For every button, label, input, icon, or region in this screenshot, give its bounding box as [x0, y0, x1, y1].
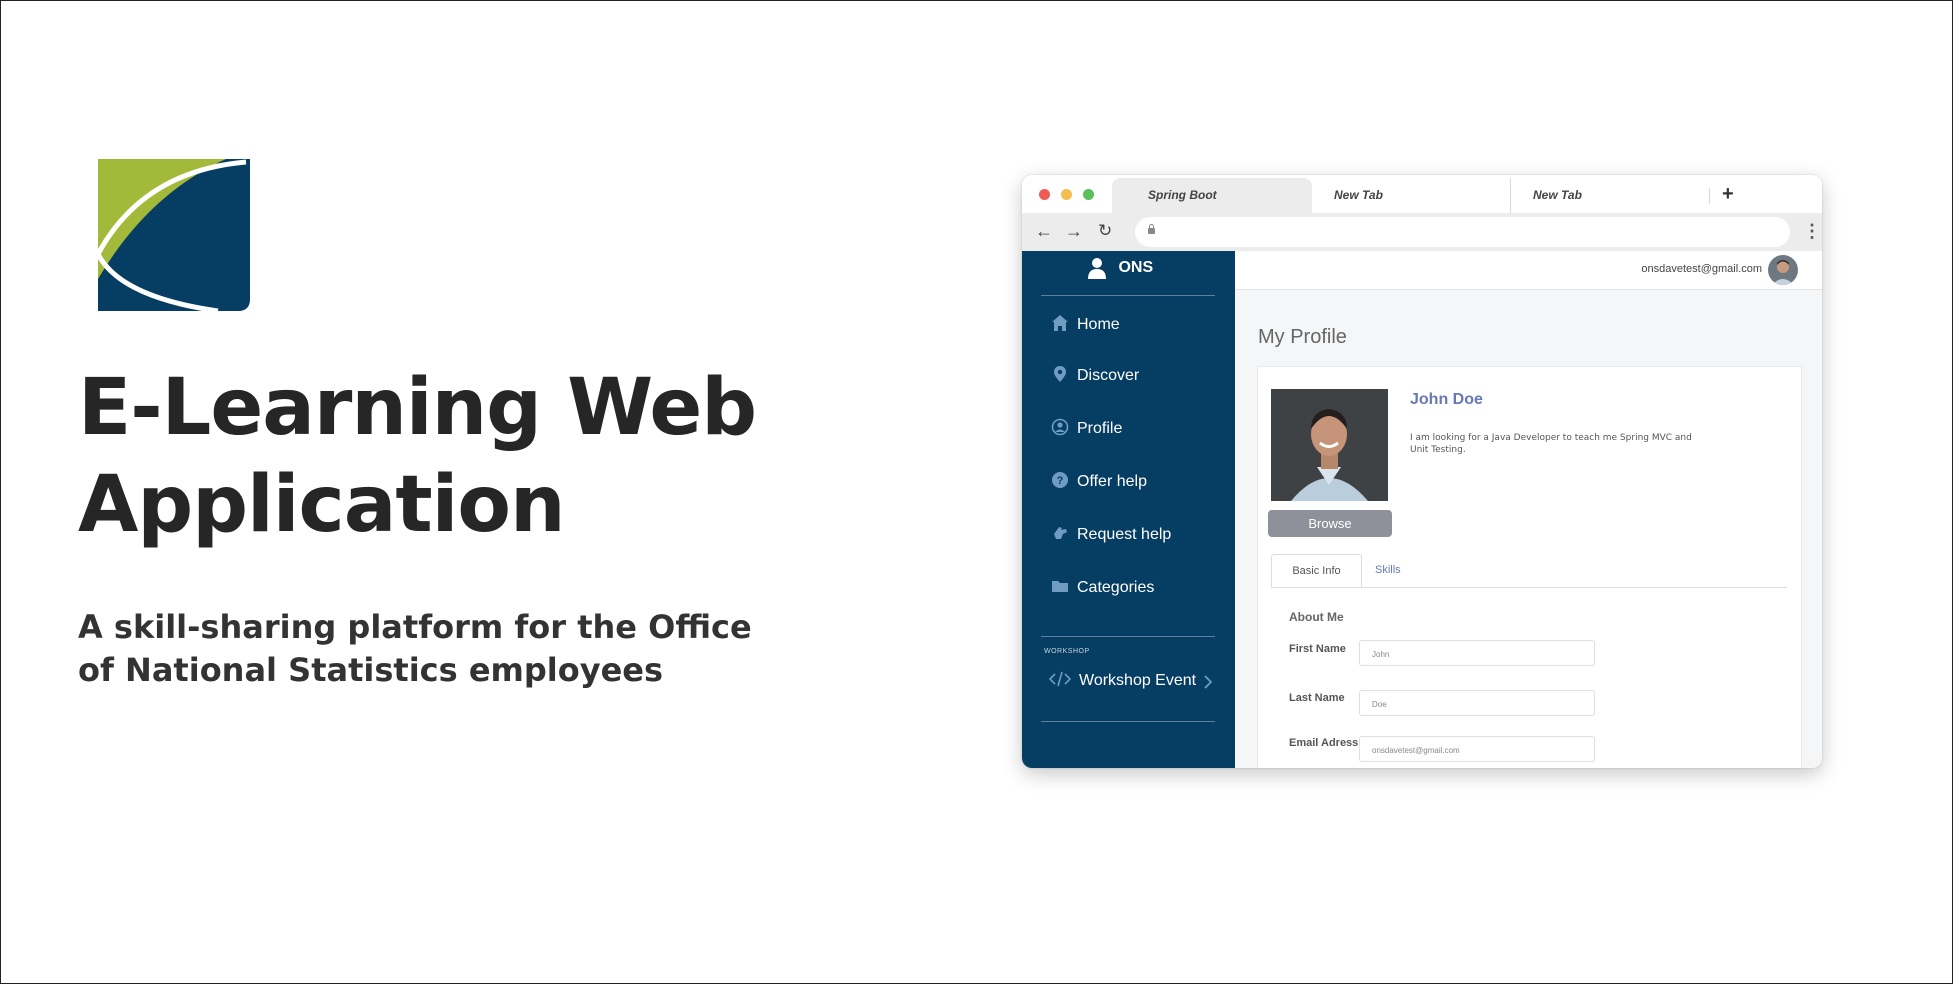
sidebar-divider: [1041, 636, 1215, 637]
sidebar-item-label: Discover: [1077, 367, 1140, 384]
user-email: onsdavetest@gmail.com: [1641, 263, 1762, 275]
browser-tab-new-tab[interactable]: New Tab: [1312, 178, 1512, 213]
question-circle-icon: ?: [1052, 472, 1068, 488]
browser-menu-icon[interactable]: ⋮: [1803, 221, 1821, 242]
hero-title: E-Learning Web Application: [78, 363, 757, 550]
sidebar-item-label: Offer help: [1077, 473, 1147, 490]
sidebar-divider: [1041, 295, 1215, 296]
user-icon: [1088, 258, 1106, 279]
home-icon: [1052, 315, 1068, 331]
user-avatar[interactable]: [1768, 255, 1798, 285]
email-label: Email Adress: [1289, 737, 1359, 749]
sidebar-item-label: Home: [1077, 316, 1120, 333]
tab-basic-info[interactable]: Basic Info: [1271, 554, 1362, 587]
new-tab-button[interactable]: +: [1722, 183, 1734, 206]
sidebar-item-categories[interactable]: Categories: [1051, 577, 1154, 599]
browser-tab-new-tab[interactable]: New Tab: [1510, 178, 1710, 213]
email-field[interactable]: onsdavetest@gmail.com: [1359, 736, 1595, 762]
user-circle-icon: [1051, 418, 1069, 436]
sidebar-brand[interactable]: ONS: [1086, 257, 1153, 279]
profile-tabs: Basic Info Skills: [1271, 554, 1787, 588]
sidebar-item-label: Workshop Event: [1079, 672, 1197, 689]
forward-arrow-icon[interactable]: →: [1065, 221, 1083, 242]
sidebar-item-workshop-event[interactable]: Workshop Event: [1049, 670, 1196, 692]
minimize-window-dot[interactable]: [1061, 189, 1072, 200]
profile-name: John Doe: [1410, 391, 1483, 408]
last-name-label: Last Name: [1289, 692, 1345, 704]
sidebar-item-label: Profile: [1077, 420, 1123, 437]
sidebar-item-home[interactable]: Home: [1051, 314, 1120, 336]
maximize-window-dot[interactable]: [1083, 189, 1094, 200]
back-arrow-icon[interactable]: ←: [1035, 221, 1053, 242]
profile-bio: I am looking for a Java Developer to tea…: [1410, 433, 1692, 455]
first-name-field[interactable]: John: [1359, 640, 1595, 666]
first-name-label: First Name: [1289, 643, 1346, 655]
reload-icon[interactable]: ↻: [1098, 221, 1112, 241]
map-pin-icon: [1054, 366, 1066, 382]
main-content: onsdavetest@gmail.com My Profile Browse …: [1235, 251, 1822, 768]
hand-icon: [1054, 527, 1067, 539]
sidebar: ONS Home Discover Profile ? Offer help Re…: [1022, 251, 1235, 768]
profile-photo: [1271, 389, 1388, 501]
sidebar-item-label: Request help: [1077, 526, 1172, 543]
browser-toolbar: ← → ↻ ⋮: [1022, 213, 1822, 251]
browser-window: Spring Boot New Tab New Tab + ← → ↻ ⋮ ON…: [1022, 175, 1822, 768]
sidebar-item-discover[interactable]: Discover: [1051, 365, 1139, 387]
browse-button[interactable]: Browse: [1268, 510, 1392, 537]
brand-label: ONS: [1118, 259, 1154, 276]
last-name-field[interactable]: Doe: [1359, 690, 1595, 716]
ons-logo-icon: [98, 159, 250, 311]
top-bar: onsdavetest@gmail.com: [1235, 251, 1822, 290]
hero-subtitle: A skill-sharing platform for the Office …: [78, 608, 752, 689]
sidebar-divider: [1041, 721, 1215, 722]
sidebar-item-request-help[interactable]: Request help: [1051, 524, 1171, 546]
address-bar[interactable]: [1135, 217, 1790, 247]
folder-icon: [1052, 581, 1068, 592]
about-me-heading: About Me: [1289, 610, 1344, 624]
page-title: My Profile: [1258, 326, 1347, 348]
sidebar-item-offer-help[interactable]: ? Offer help: [1051, 471, 1147, 493]
browser-tab-bar: Spring Boot New Tab New Tab +: [1022, 175, 1822, 213]
lock-icon: [1148, 224, 1155, 234]
code-icon: [1049, 671, 1071, 687]
sidebar-section-label: WORKSHOP: [1044, 648, 1090, 655]
browser-tab-spring-boot[interactable]: Spring Boot: [1112, 178, 1312, 213]
chevron-right-icon[interactable]: [1203, 674, 1213, 690]
sidebar-item-profile[interactable]: Profile: [1051, 418, 1122, 440]
tab-skills[interactable]: Skills: [1375, 554, 1401, 587]
profile-card: Browse John Doe I am looking for a Java …: [1257, 366, 1802, 768]
sidebar-item-label: Categories: [1077, 579, 1155, 596]
close-window-dot[interactable]: [1039, 189, 1050, 200]
svg-text:?: ?: [1057, 475, 1064, 487]
